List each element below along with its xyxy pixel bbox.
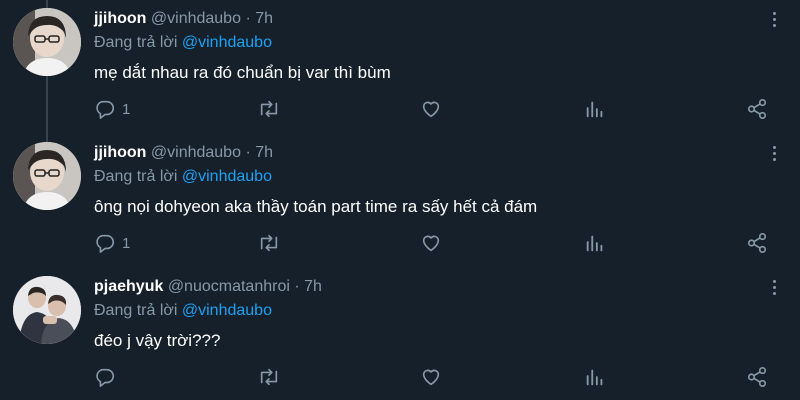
author-handle[interactable]: @vinhdaubo bbox=[151, 10, 241, 27]
retweet-icon bbox=[257, 98, 281, 120]
reply-prefix: Đang trả lời bbox=[94, 302, 178, 319]
more-icon[interactable] bbox=[772, 12, 776, 28]
retweet-button[interactable] bbox=[257, 96, 281, 122]
tweet-text: đéo j vậy trời??? bbox=[94, 331, 221, 350]
action-bar: 1 bbox=[94, 96, 774, 122]
like-button[interactable] bbox=[420, 230, 442, 256]
author-handle[interactable]: @nuocmatanhroi bbox=[168, 278, 290, 295]
analytics-icon bbox=[584, 232, 606, 254]
timestamp[interactable]: 7h bbox=[255, 144, 273, 161]
reply-to-link[interactable]: @vinhdaubo bbox=[182, 168, 272, 185]
separator: · bbox=[245, 144, 251, 161]
analytics-icon bbox=[584, 98, 606, 120]
separator: · bbox=[245, 10, 251, 27]
share-button[interactable] bbox=[746, 364, 768, 390]
retweet-button[interactable] bbox=[257, 364, 281, 390]
like-icon bbox=[420, 232, 442, 254]
share-button[interactable] bbox=[746, 230, 768, 256]
tweet-text: mẹ dắt nhau ra đó chuẩn bị var thì bùm bbox=[94, 63, 391, 82]
analytics-button[interactable] bbox=[584, 364, 606, 390]
share-icon bbox=[746, 366, 768, 388]
analytics-button[interactable] bbox=[584, 230, 606, 256]
reply-button[interactable] bbox=[94, 364, 122, 390]
like-icon bbox=[420, 366, 442, 388]
like-button[interactable] bbox=[420, 364, 442, 390]
reply-to-link[interactable]: @vinhdaubo bbox=[182, 302, 272, 319]
author-name[interactable]: jjihoon bbox=[94, 10, 146, 27]
analytics-button[interactable] bbox=[584, 96, 606, 122]
timestamp[interactable]: 7h bbox=[255, 10, 273, 27]
reply-to-link[interactable]: @vinhdaubo bbox=[182, 34, 272, 51]
avatar[interactable] bbox=[13, 276, 81, 344]
like-button[interactable] bbox=[420, 96, 442, 122]
more-icon[interactable] bbox=[772, 146, 776, 162]
reply-button[interactable]: 1 bbox=[94, 96, 130, 122]
share-button[interactable] bbox=[746, 96, 768, 122]
avatar[interactable] bbox=[13, 8, 81, 76]
reply-count: 1 bbox=[122, 234, 131, 252]
reply-button[interactable]: 1 bbox=[94, 230, 130, 256]
more-icon[interactable] bbox=[772, 280, 776, 296]
tweet[interactable]: jjihoon @vinhdaubo · 7h Đang trả lời @vi… bbox=[0, 134, 800, 268]
separator: · bbox=[294, 278, 300, 295]
share-icon bbox=[746, 232, 768, 254]
reply-prefix: Đang trả lời bbox=[94, 168, 178, 185]
action-bar bbox=[94, 364, 774, 390]
action-bar: 1 bbox=[94, 230, 774, 256]
author-name[interactable]: jjihoon bbox=[94, 144, 146, 161]
reply-icon bbox=[94, 366, 116, 388]
reply-icon bbox=[94, 98, 116, 120]
analytics-icon bbox=[584, 366, 606, 388]
avatar[interactable] bbox=[13, 142, 81, 210]
retweet-button[interactable] bbox=[257, 230, 281, 256]
tweet[interactable]: pjaehyuk @nuocmatanhroi · 7h Đang trả lờ… bbox=[0, 268, 800, 400]
share-icon bbox=[746, 98, 768, 120]
author-name[interactable]: pjaehyuk bbox=[94, 278, 163, 295]
retweet-icon bbox=[257, 232, 281, 254]
timestamp[interactable]: 7h bbox=[304, 278, 322, 295]
tweet[interactable]: jjihoon @vinhdaubo · 7h Đang trả lời @vi… bbox=[0, 0, 800, 134]
retweet-icon bbox=[257, 366, 281, 388]
like-icon bbox=[420, 98, 442, 120]
author-handle[interactable]: @vinhdaubo bbox=[151, 144, 241, 161]
tweet-text: ông nọi dohyeon aka thầy toán part time … bbox=[94, 197, 538, 216]
reply-count: 1 bbox=[122, 100, 131, 118]
reply-prefix: Đang trả lời bbox=[94, 34, 178, 51]
reply-icon bbox=[94, 232, 116, 254]
